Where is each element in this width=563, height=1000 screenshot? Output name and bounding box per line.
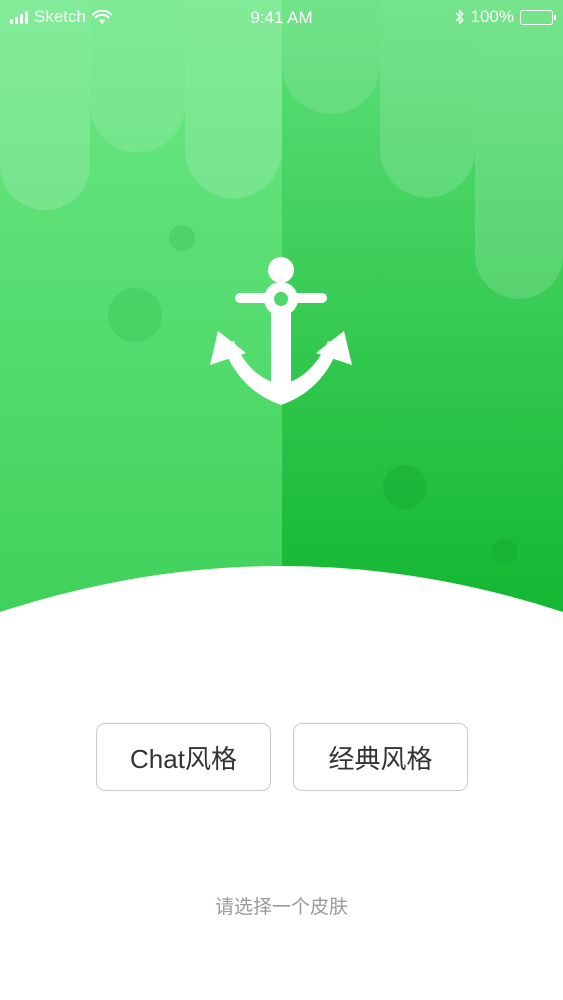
skin-options: Chat风格 经典风格 (96, 723, 468, 791)
hero-banner (0, 0, 563, 640)
battery-icon (520, 9, 556, 25)
anchor-icon (210, 257, 352, 405)
bluetooth-icon (454, 9, 464, 25)
skin-hint-text: 请选择一个皮肤 (214, 897, 348, 918)
battery-percentage: 100% (470, 7, 514, 26)
status-bar: Sketch 9:41 AM 100% (0, 0, 563, 34)
chat-style-button[interactable]: Chat风格 (96, 723, 271, 791)
classic-style-button[interactable]: 经典风格 (293, 723, 468, 791)
